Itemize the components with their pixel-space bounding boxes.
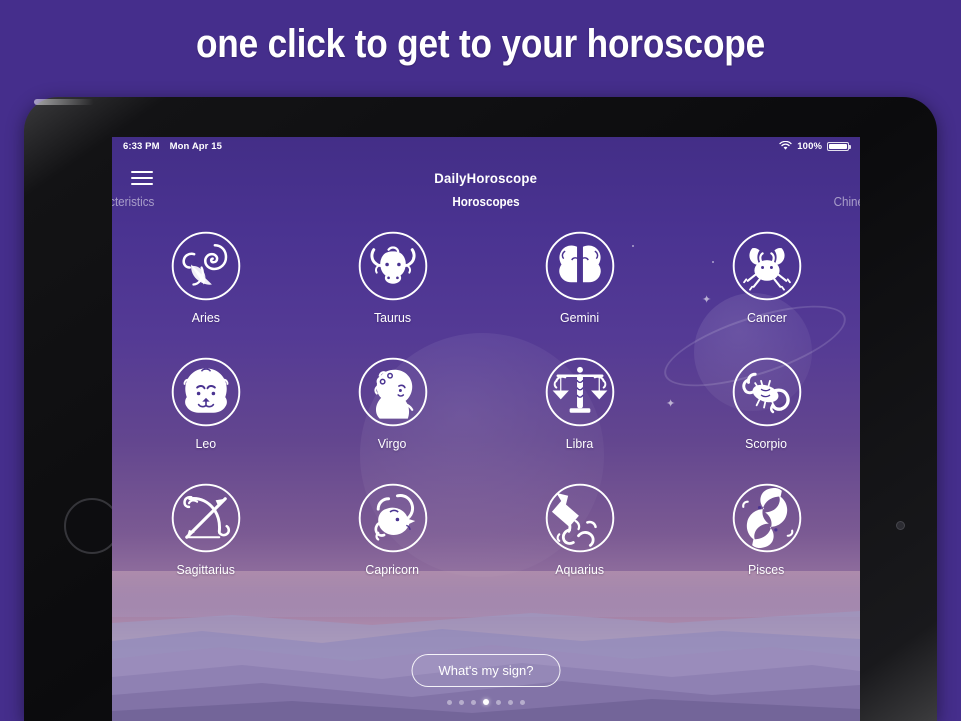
zodiac-sign-grid: Aries Taurus Gemini Cancer Leo Virgo Lib… [112, 229, 860, 577]
zodiac-label: Leo [195, 436, 216, 451]
wifi-icon [779, 141, 792, 150]
zodiac-label: Pisces [748, 562, 785, 577]
page-dot[interactable] [459, 699, 464, 705]
zodiac-label: Scorpio [745, 436, 788, 451]
app-screen: ✦ ✦ 6:33 PM Mon Apr 15 100% DailyHorosco… [112, 137, 860, 721]
aries-ram-icon [171, 231, 240, 301]
zodiac-cell-leo[interactable]: Leo [112, 355, 299, 451]
page-indicator-dots[interactable] [447, 699, 525, 705]
status-date: Mon Apr 15 [169, 140, 222, 152]
page-dot[interactable] [447, 699, 452, 705]
taurus-bull-icon [358, 231, 427, 301]
zodiac-cell-cancer[interactable]: Cancer [673, 229, 860, 325]
zodiac-label: Libra [565, 436, 594, 451]
status-bar: 6:33 PM Mon Apr 15 100% [112, 137, 860, 155]
zodiac-cell-aries[interactable]: Aries [112, 229, 299, 325]
zodiac-cell-aquarius[interactable]: Aquarius [486, 481, 673, 577]
zodiac-cell-capricorn[interactable]: Capricorn [299, 481, 486, 577]
zodiac-cell-sagittarius[interactable]: Sagittarius [112, 481, 299, 577]
tab-strip: aracteristics Horoscopes Chinese [112, 195, 860, 221]
hamburger-menu-icon[interactable] [130, 168, 154, 188]
aquarius-waterbearer-icon [545, 483, 614, 553]
tablet-device-frame: ✦ ✦ 6:33 PM Mon Apr 15 100% DailyHorosco… [24, 97, 937, 721]
zodiac-label: Sagittarius [176, 562, 235, 577]
page-dot[interactable] [471, 699, 476, 705]
status-bar-left: 6:33 PM Mon Apr 15 [123, 141, 222, 152]
promo-headline: one click to get to your horoscope [195, 22, 766, 66]
status-bar-right: 100% [779, 140, 851, 152]
page-dot-active[interactable] [483, 699, 489, 705]
page-dot[interactable] [496, 699, 501, 705]
app-title: DailyHoroscope [434, 170, 538, 186]
status-time: 6:33 PM [123, 140, 160, 152]
zodiac-label: Aquarius [555, 562, 604, 577]
zodiac-label: Taurus [373, 310, 412, 325]
whats-my-sign-button[interactable]: What's my sign? [411, 654, 561, 687]
tab-horoscopes[interactable]: Horoscopes [138, 195, 834, 209]
zodiac-cell-scorpio[interactable]: Scorpio [673, 355, 860, 451]
zodiac-label: Virgo [378, 436, 407, 451]
leo-lion-icon [171, 357, 240, 427]
zodiac-label: Cancer [746, 310, 787, 325]
tab-chinese[interactable]: Chinese [834, 195, 860, 209]
zodiac-cell-taurus[interactable]: Taurus [299, 229, 486, 325]
capricorn-goat-icon [358, 483, 427, 553]
zodiac-label: Gemini [559, 310, 600, 325]
page-dot[interactable] [520, 699, 525, 705]
gemini-twins-icon [545, 231, 614, 301]
zodiac-cell-pisces[interactable]: Pisces [673, 481, 860, 577]
cancer-crab-icon [732, 231, 801, 301]
page-dot[interactable] [508, 699, 513, 705]
battery-percent-label: 100% [797, 140, 822, 152]
app-navigation-bar: DailyHoroscope [112, 159, 860, 197]
pisces-fish-icon [732, 483, 801, 553]
scorpio-scorpion-icon [732, 357, 801, 427]
zodiac-cell-libra[interactable]: Libra [486, 355, 673, 451]
front-camera-icon [896, 521, 905, 530]
sagittarius-archer-icon [171, 483, 240, 553]
zodiac-label: Capricorn [365, 562, 420, 577]
zodiac-label: Aries [191, 310, 220, 325]
zodiac-cell-virgo[interactable]: Virgo [299, 355, 486, 451]
battery-full-icon [827, 141, 851, 151]
zodiac-cell-gemini[interactable]: Gemini [486, 229, 673, 325]
libra-scales-icon [545, 357, 614, 427]
virgo-maiden-icon [358, 357, 427, 427]
